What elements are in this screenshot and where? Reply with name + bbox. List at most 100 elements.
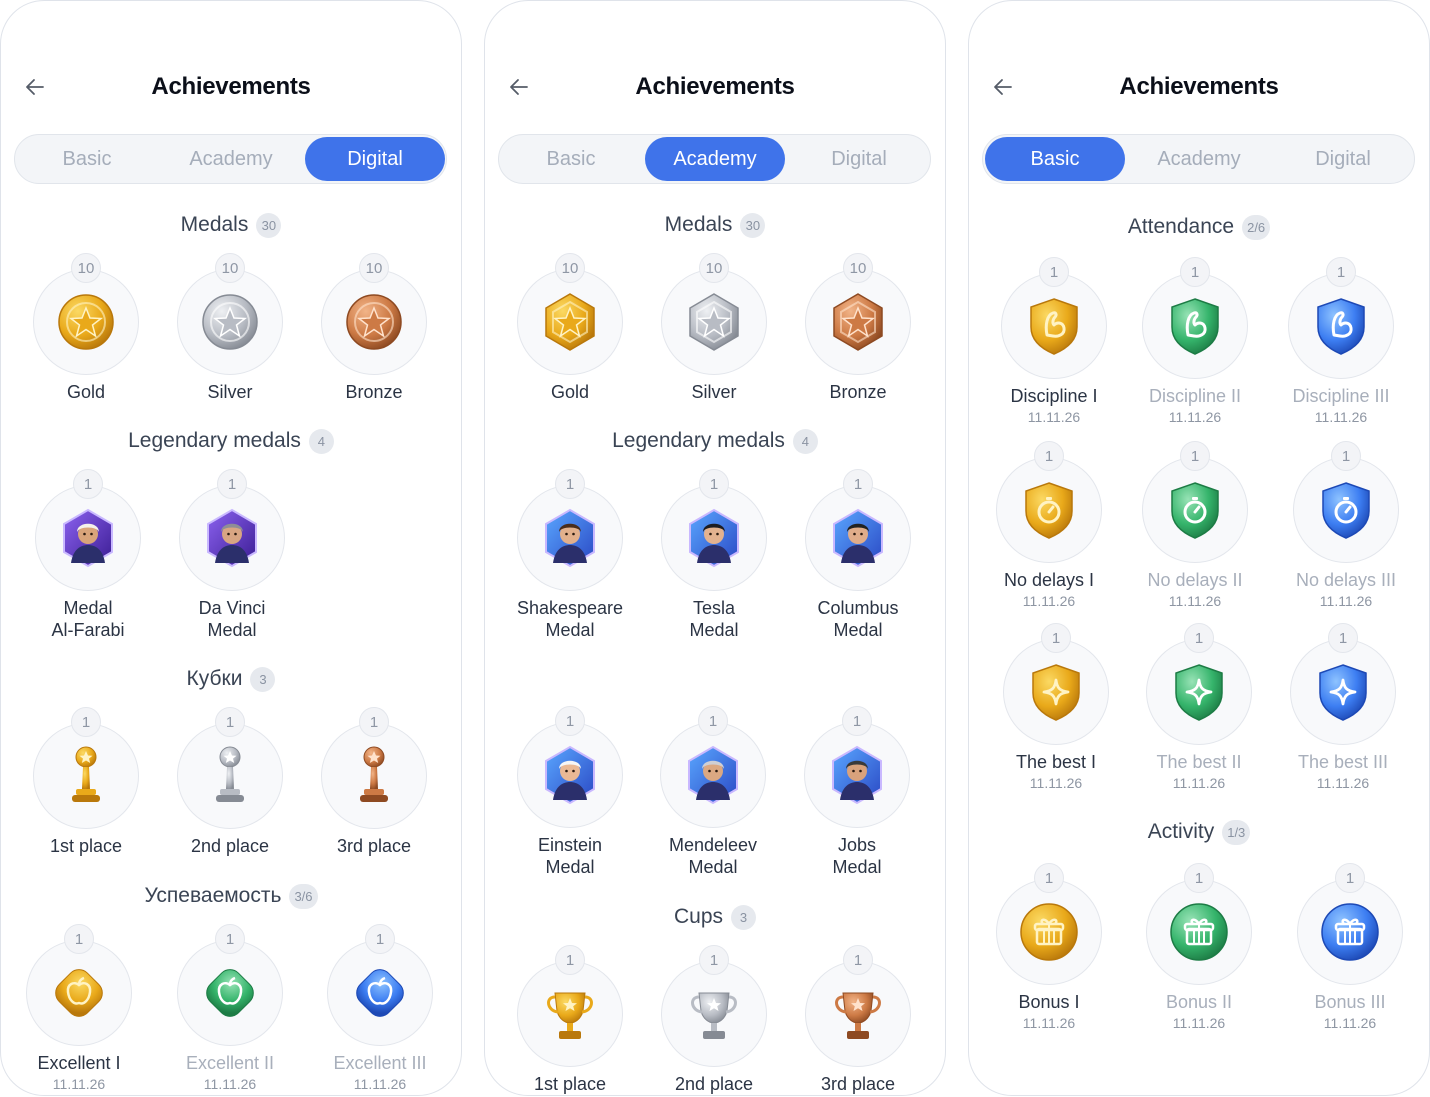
gold-cup-icon bbox=[547, 992, 593, 1039]
achievement-count-badge: 1 bbox=[215, 924, 245, 954]
achievement-badge-circle bbox=[996, 879, 1102, 985]
tab-academy[interactable]: Academy bbox=[1129, 137, 1269, 181]
section-count-badge: 3 bbox=[250, 666, 276, 692]
page-title: Achievements bbox=[151, 73, 311, 100]
achievement-label: The best II bbox=[1156, 752, 1242, 772]
achievement-date: 11.11.26 bbox=[1172, 775, 1226, 791]
achievement-label: Jobs Medal bbox=[832, 835, 882, 877]
achievement-label: Da Vinci Medal bbox=[198, 598, 266, 640]
achievement-date: 11.11.26 bbox=[1029, 775, 1083, 791]
achievement-badge-circle bbox=[1001, 273, 1107, 379]
achievement-label: 3rd place bbox=[820, 1074, 896, 1094]
achievement-count-badge: 1 bbox=[699, 945, 729, 975]
achievement-date: 11.11.26 bbox=[52, 1076, 106, 1092]
achievement-label: Bronze bbox=[829, 382, 887, 402]
achievement-count-badge: 1 bbox=[359, 707, 389, 737]
tab-academy[interactable]: Academy bbox=[645, 137, 785, 181]
achievement-count-badge: 1 bbox=[698, 706, 728, 736]
achievement-label: 2nd place bbox=[190, 836, 270, 856]
achievement-count-badge: 1 bbox=[1331, 441, 1361, 471]
blue-bicep-shield-icon bbox=[1317, 298, 1365, 355]
achievement-badge-circle bbox=[805, 961, 911, 1067]
achievement-badge-circle bbox=[517, 485, 623, 591]
achievement-count-badge: 1 bbox=[1041, 623, 1071, 653]
achievement-date: 11.11.26 bbox=[1022, 1015, 1076, 1031]
achievement-label: Excellent II bbox=[185, 1053, 275, 1073]
achievement-badge-circle bbox=[996, 457, 1102, 563]
green-bicep-shield-icon bbox=[1171, 298, 1219, 355]
gold-gift-coin-icon bbox=[1020, 903, 1078, 961]
green-stopwatch-shield-icon bbox=[1171, 482, 1219, 539]
tab-basic[interactable]: Basic bbox=[17, 137, 157, 181]
achievement-count-badge: 1 bbox=[365, 924, 395, 954]
section-header: Medals 30 bbox=[1, 210, 461, 240]
silver-star-medal-icon bbox=[202, 294, 258, 350]
tab-basic[interactable]: Basic bbox=[501, 137, 641, 181]
achievement-badge-circle bbox=[35, 485, 141, 591]
achievement-badge-circle bbox=[33, 723, 139, 829]
bronze-trophy-icon bbox=[360, 746, 388, 802]
achievement-date: 11.11.26 bbox=[1319, 593, 1373, 609]
achievement-badge-circle bbox=[661, 269, 767, 375]
achievement-label: Bronze bbox=[345, 382, 403, 402]
achievement-date: 11.11.26 bbox=[1168, 409, 1222, 425]
section-header: Legendary medals 4 bbox=[485, 426, 945, 456]
silver-trophy-icon bbox=[216, 746, 244, 802]
achievement-count-badge: 10 bbox=[215, 253, 245, 283]
achievement-label: Mendeleev Medal bbox=[668, 835, 758, 877]
achievement-count-badge: 1 bbox=[64, 924, 94, 954]
achievement-date: 11.11.26 bbox=[1323, 1015, 1377, 1031]
achievement-count-badge: 10 bbox=[699, 253, 729, 283]
achievement-badge-circle bbox=[1297, 879, 1403, 985]
achievement-count-badge: 1 bbox=[1326, 257, 1356, 287]
phone-screen-basic: Achievements Basic Academy Digital Attendanc… bbox=[968, 0, 1430, 1096]
da-vinci-portrait-icon bbox=[207, 508, 257, 568]
tab-digital[interactable]: Digital bbox=[1273, 137, 1413, 181]
achievement-label: Einstein Medal bbox=[537, 835, 603, 877]
gold-hexagon-medal-icon bbox=[545, 293, 595, 351]
achievement-badge-circle bbox=[805, 485, 911, 591]
achievement-count-badge: 1 bbox=[1335, 863, 1365, 893]
section-title: Успеваемость bbox=[144, 884, 282, 907]
tab-digital[interactable]: Digital bbox=[305, 137, 445, 181]
achievement-count-badge: 1 bbox=[842, 706, 872, 736]
gold-apple-icon bbox=[55, 969, 103, 1017]
achievement-count-badge: 1 bbox=[73, 469, 103, 499]
achievement-label: Tesla Medal bbox=[689, 598, 739, 640]
achievement-badge-circle bbox=[1293, 457, 1399, 563]
section-title: Attendance bbox=[1127, 215, 1235, 238]
achievement-badge-circle bbox=[1288, 273, 1394, 379]
achievement-badge-circle bbox=[177, 940, 283, 1046]
achievement-date: 11.11.26 bbox=[1168, 593, 1222, 609]
achievement-count-badge: 1 bbox=[699, 469, 729, 499]
section-count-badge: 2/6 bbox=[1242, 214, 1271, 240]
blue-gift-coin-icon bbox=[1321, 903, 1379, 961]
achievement-date: 11.11.26 bbox=[1316, 775, 1370, 791]
blue-stopwatch-shield-icon bbox=[1322, 482, 1370, 539]
blue-apple-icon bbox=[356, 969, 404, 1017]
page-title: Achievements bbox=[1119, 73, 1279, 100]
achievement-label: 2nd place bbox=[674, 1074, 754, 1094]
al-farabi-portrait-icon bbox=[63, 508, 113, 568]
tab-basic[interactable]: Basic bbox=[985, 137, 1125, 181]
blue-sparkle-shield-icon bbox=[1319, 664, 1367, 721]
tesla-portrait-icon bbox=[689, 508, 739, 568]
achievement-badge-circle bbox=[321, 269, 427, 375]
achievement-count-badge: 1 bbox=[215, 707, 245, 737]
section-header: Legendary medals 4 bbox=[1, 426, 461, 456]
segmented-tabs: Basic Academy Digital bbox=[498, 134, 931, 184]
section-title: Activity bbox=[1147, 820, 1215, 843]
achievement-label: Discipline I bbox=[1010, 386, 1098, 406]
tab-digital[interactable]: Digital bbox=[789, 137, 929, 181]
achievement-count-badge: 1 bbox=[217, 469, 247, 499]
section-count-badge: 30 bbox=[256, 212, 282, 238]
achievement-count-badge: 1 bbox=[843, 945, 873, 975]
section-count-badge: 4 bbox=[792, 428, 818, 454]
section-count-badge: 1/3 bbox=[1222, 819, 1251, 845]
achievement-count-badge: 10 bbox=[359, 253, 389, 283]
achievement-badge-circle bbox=[177, 723, 283, 829]
achievement-count-badge: 1 bbox=[71, 707, 101, 737]
section-header: Успеваемость 3/6 bbox=[1, 881, 461, 911]
achievement-count-badge: 10 bbox=[555, 253, 585, 283]
tab-academy[interactable]: Academy bbox=[161, 137, 301, 181]
